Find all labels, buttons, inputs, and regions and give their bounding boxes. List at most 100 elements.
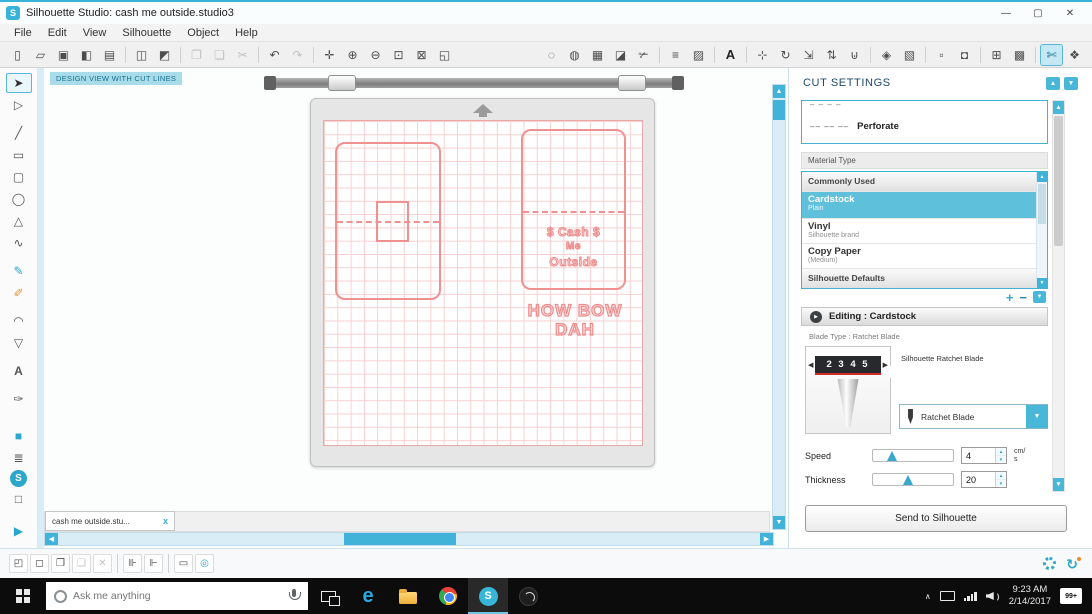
material-row[interactable]: Vinyl Silhouette brand [802, 219, 1036, 244]
rotate-icon[interactable]: ↻ [775, 45, 796, 65]
offset-icon[interactable]: ◎ [195, 554, 214, 573]
fill-style-icon[interactable]: ▨ [688, 45, 709, 65]
polygon-tool[interactable]: △ [6, 211, 32, 231]
panel-scrollbar-down-icon[interactable]: ▼ [1053, 478, 1064, 491]
replicate-icon[interactable]: ⊪ [123, 554, 142, 573]
open-icon[interactable]: ▱ [30, 45, 51, 65]
send-to-printer-icon[interactable]: ◩ [154, 45, 175, 65]
select-by-color-icon[interactable]: ◍ [564, 45, 585, 65]
rounded-rectangle-tool[interactable]: ▢ [6, 167, 32, 187]
taskbar-file-explorer-button[interactable] [388, 578, 428, 614]
grid-settings-icon[interactable]: ⊞ [986, 45, 1007, 65]
lasso-select-icon[interactable]: ◌ [541, 45, 562, 65]
notification-center-button[interactable]: 99+ [1060, 588, 1082, 604]
spinner-up-icon[interactable]: ▴ [996, 448, 1006, 456]
save-icon[interactable]: ▣ [53, 45, 74, 65]
panel-scroll-down-button[interactable]: ▼ [1064, 76, 1078, 90]
document-tab[interactable]: cash me outside.stu... x [45, 511, 175, 531]
zoom-in-icon[interactable]: ⊕ [342, 45, 363, 65]
image-effects-icon[interactable]: ▧ [899, 45, 920, 65]
scale-icon[interactable]: ⇲ [798, 45, 819, 65]
spinner-up-icon[interactable]: ▴ [996, 472, 1006, 480]
list-scroll-up-icon[interactable]: ▲ [1037, 172, 1047, 182]
mirror-icon[interactable]: ⊩ [144, 554, 163, 573]
trace-icon[interactable]: ◈ [876, 45, 897, 65]
regular-polygon-tool[interactable]: ▽ [6, 333, 32, 353]
scroll-left-icon[interactable]: ◀ [45, 533, 58, 545]
text-style-icon[interactable]: A [720, 45, 741, 65]
spacing-icon[interactable]: ⇅ [821, 45, 842, 65]
fit-to-page-icon[interactable]: ◱ [434, 45, 455, 65]
horizontal-scroll-track[interactable] [58, 533, 760, 545]
line-tool[interactable]: ╱ [6, 123, 32, 143]
cut-settings-icon[interactable]: ✄ [1040, 43, 1063, 66]
curve-tool[interactable]: ∿ [6, 233, 32, 253]
ungroup-icon[interactable]: ❏ [72, 554, 91, 573]
send-to-silhouette-button[interactable]: Send to Silhouette [805, 505, 1067, 532]
menu-help[interactable]: Help [227, 27, 266, 39]
point-editing-tool[interactable]: ▷ [6, 95, 32, 115]
thickness-spinner[interactable]: ▴ ▾ [995, 472, 1006, 487]
weld-icon[interactable]: ⊍ [844, 45, 865, 65]
blade-decrease-icon[interactable]: ◀ [808, 361, 813, 369]
arc-tool[interactable]: ◠ [6, 311, 32, 331]
page-setup-icon[interactable]: ▫ [931, 45, 952, 65]
delete-icon[interactable]: ✕ [93, 554, 112, 573]
zoom-selection-icon[interactable]: ⊡ [388, 45, 409, 65]
copy-icon[interactable]: ❐ [186, 45, 207, 65]
minimize-button[interactable]: — [990, 3, 1022, 23]
thickness-slider[interactable] [872, 473, 954, 486]
speed-input[interactable]: 4 ▴ ▾ [961, 447, 1007, 464]
align-icon[interactable]: ⊹ [752, 45, 773, 65]
group-icon[interactable]: ❐ [51, 554, 70, 573]
task-view-button[interactable] [308, 578, 348, 614]
network-icon[interactable] [963, 591, 977, 601]
speed-slider[interactable] [872, 449, 954, 462]
mat-grid[interactable]: $ Cash $ Me Outside HOW BOW DAH [323, 120, 643, 446]
deselect-icon[interactable]: ◻ [30, 554, 49, 573]
line-style-icon[interactable]: ≡ [665, 45, 686, 65]
fill-color-tool[interactable]: ■ [6, 426, 32, 446]
material-row[interactable]: Cardstock Plain [802, 192, 1036, 219]
cut-by-color-icon[interactable]: ❖ [1064, 45, 1085, 65]
menu-view[interactable]: View [75, 27, 115, 39]
text-how-bow-dah[interactable]: HOW BOW DAH [517, 300, 633, 339]
menu-silhouette[interactable]: Silhouette [114, 27, 179, 39]
taskbar-edge-button[interactable]: e [348, 578, 388, 614]
undo-icon[interactable]: ↶ [264, 45, 285, 65]
vertical-scroll-thumb[interactable] [773, 100, 785, 120]
canvas-horizontal-scrollbar[interactable]: ◀ ▶ [44, 532, 774, 546]
library-icon[interactable]: ≣ [6, 448, 32, 468]
new-document-icon[interactable]: ▯ [7, 45, 28, 65]
taskbar-silhouette-studio-button[interactable]: S [468, 578, 508, 614]
material-scroll-down-button[interactable]: ▼ [1033, 291, 1046, 303]
remove-material-button[interactable]: − [1019, 291, 1027, 304]
volume-icon[interactable] [986, 590, 1000, 602]
sticky-note-tool[interactable]: ✑ [6, 389, 32, 409]
spinner-down-icon[interactable]: ▾ [996, 456, 1006, 463]
panel-scroll-up-button[interactable]: ▲ [1046, 76, 1060, 90]
taskbar-clock[interactable]: 9:23 AM 2/14/2017 [1009, 584, 1051, 609]
spinner-down-icon[interactable]: ▾ [996, 480, 1006, 487]
dropdown-arrow-icon[interactable]: ▼ [1026, 405, 1048, 428]
print-icon[interactable]: ▤ [99, 45, 120, 65]
store-icon[interactable]: S [10, 470, 27, 487]
redo-icon[interactable]: ↷ [287, 45, 308, 65]
microphone-icon[interactable] [287, 588, 301, 604]
blade-increase-icon[interactable]: ▶ [883, 361, 888, 369]
list-scroll-thumb[interactable] [1038, 184, 1046, 224]
knife-icon[interactable]: ✃ [633, 45, 654, 65]
thickness-slider-marker[interactable] [903, 475, 914, 485]
smooth-freehand-tool[interactable]: ✐ [6, 283, 32, 303]
material-list-scrollbar[interactable]: ▲ ▼ [1036, 172, 1047, 288]
drag-zoom-icon[interactable]: ⊠ [411, 45, 432, 65]
hidden-icons-chevron[interactable]: ∧ [925, 592, 931, 601]
text-tool[interactable]: A [6, 361, 32, 381]
sync-icon[interactable]: ↻ [1066, 556, 1081, 571]
thickness-input[interactable]: 20 ▴ ▾ [961, 471, 1007, 488]
modify-icon[interactable]: ▭ [174, 554, 193, 573]
close-button[interactable]: ✕ [1054, 3, 1086, 23]
blank-swatch[interactable]: □ [6, 489, 32, 509]
horizontal-scroll-thumb[interactable] [344, 533, 456, 545]
editing-header[interactable]: ▶ Editing : Cardstock [801, 307, 1048, 326]
